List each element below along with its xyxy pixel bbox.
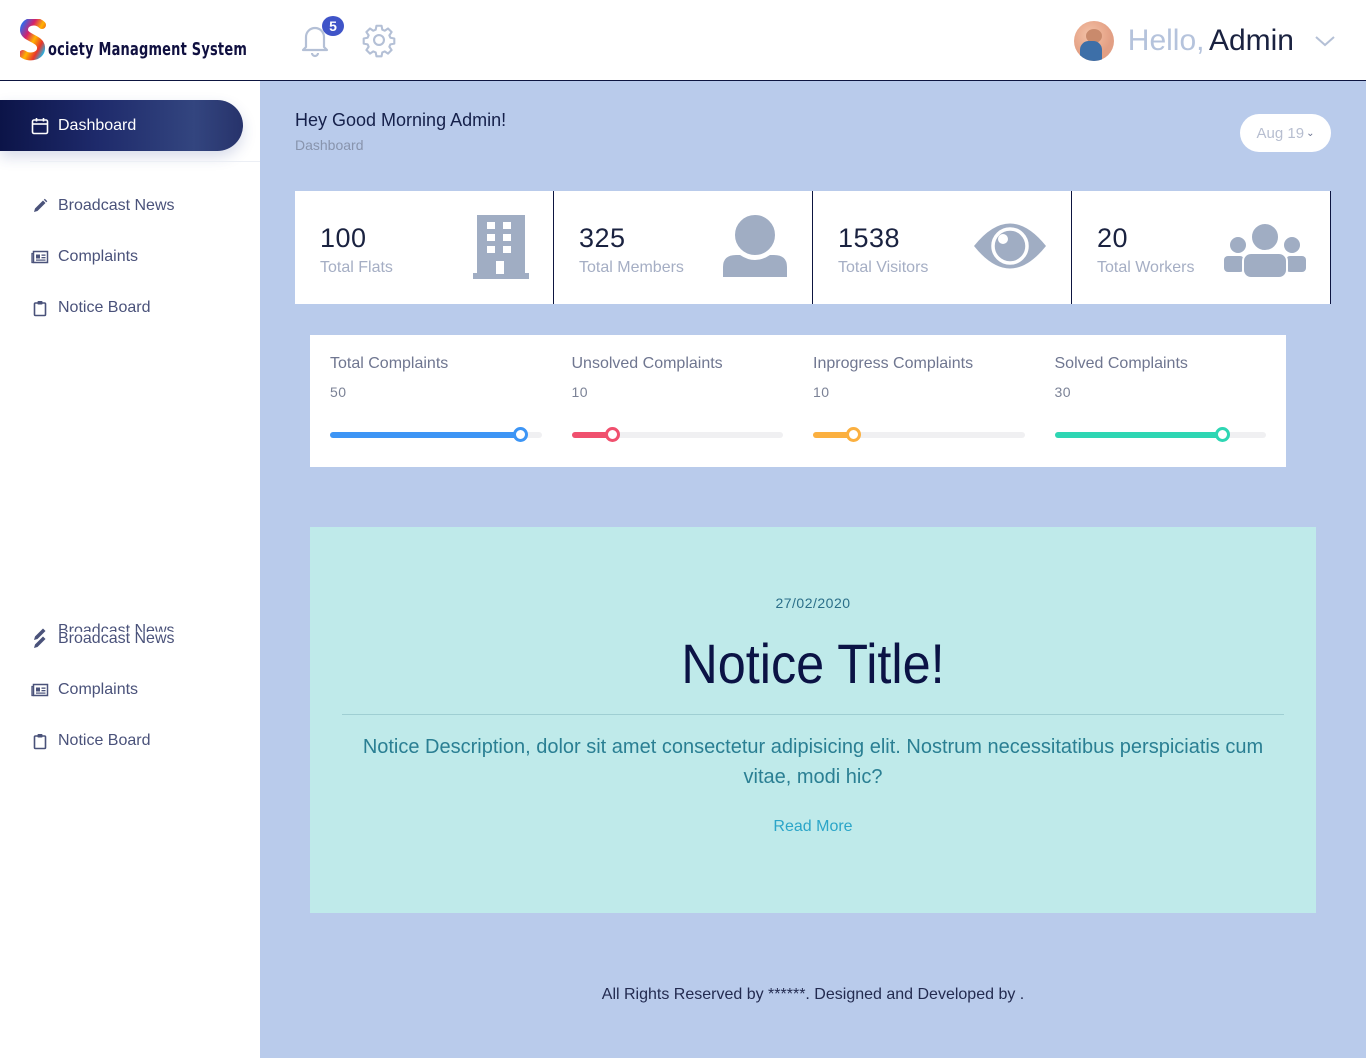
brand-title: ociety Managment System bbox=[48, 38, 248, 60]
breadcrumb[interactable]: Dashboard bbox=[295, 137, 364, 153]
brand[interactable]: ociety Managment System bbox=[0, 0, 260, 80]
sidebar-item-label: Notice Board bbox=[58, 299, 151, 316]
sidebar-item-dashboard[interactable]: Dashboard bbox=[0, 100, 243, 151]
stat-card-workers[interactable]: 20 Total Workers bbox=[1072, 191, 1331, 304]
clipboard-icon bbox=[31, 299, 49, 317]
complaint-solved: Solved Complaints 30 bbox=[1054, 335, 1266, 467]
sidebar-item-notice-board-repeat[interactable]: Notice Board bbox=[31, 732, 151, 750]
user-name: Admin bbox=[1208, 24, 1294, 57]
pencil-icon bbox=[31, 197, 49, 215]
sidebar-item-broadcast-news-repeat[interactable]: Broadcast News Broadcast News bbox=[31, 622, 175, 648]
stat-value: 100 bbox=[320, 223, 367, 253]
complaint-count: 30 bbox=[1054, 384, 1072, 400]
sidebar-item-complaints-repeat[interactable]: Complaints bbox=[31, 681, 138, 699]
user-icon bbox=[723, 213, 787, 277]
chevron-down-icon bbox=[1315, 36, 1335, 47]
stat-label: Total Members bbox=[579, 259, 684, 276]
stat-card-visitors[interactable]: 1538 Total Visitors bbox=[813, 191, 1072, 304]
eye-icon bbox=[974, 223, 1046, 269]
stat-label: Total Visitors bbox=[838, 259, 929, 276]
complaint-total: Total Complaints 50 bbox=[330, 335, 542, 467]
stat-value: 325 bbox=[579, 223, 626, 253]
progress-track bbox=[1054, 427, 1266, 442]
clipboard-icon bbox=[31, 732, 49, 750]
chevron-down-icon: ⌄ bbox=[1306, 127, 1315, 139]
top-header: ociety Managment System 5 Hello, Admin bbox=[0, 0, 1366, 81]
notification-count-badge: 5 bbox=[322, 16, 344, 36]
sidebar-item-label: Complaints bbox=[58, 681, 139, 698]
complaint-unsolved: Unsolved Complaints 10 bbox=[571, 335, 783, 467]
newspaper-icon bbox=[31, 248, 49, 266]
date-filter-dropdown[interactable]: Aug 19 ⌄ bbox=[1240, 114, 1331, 152]
complaint-count: 10 bbox=[571, 384, 589, 400]
notice-divider bbox=[342, 714, 1284, 715]
sidebar-item-label: Broadcast News bbox=[58, 197, 175, 214]
stat-label: Total Workers bbox=[1097, 259, 1195, 276]
settings-button[interactable] bbox=[360, 20, 398, 60]
complaint-title: Inprogress Complaints bbox=[813, 355, 974, 372]
progress-track bbox=[330, 427, 542, 442]
complaint-count: 50 bbox=[330, 384, 347, 400]
date-filter-value: Aug 19 bbox=[1256, 124, 1305, 142]
complaint-title: Solved Complaints bbox=[1054, 355, 1188, 372]
calendar-icon bbox=[31, 117, 49, 134]
progress-fill bbox=[1054, 432, 1222, 438]
notice-title: Notice Title! bbox=[681, 632, 945, 695]
brand-logo-icon bbox=[19, 17, 46, 61]
sidebar-item-label: Broadcast News bbox=[58, 630, 175, 647]
sidebar-item-label: Notice Board bbox=[58, 732, 151, 749]
notifications-button[interactable]: 5 bbox=[296, 16, 344, 60]
sidebar-item-broadcast-news[interactable]: Broadcast News bbox=[31, 197, 175, 215]
progress-track bbox=[571, 427, 783, 442]
progress-track bbox=[813, 427, 1025, 442]
progress-fill bbox=[330, 432, 521, 438]
footer-text: All Rights Reserved by ******. Designed … bbox=[601, 986, 1025, 1003]
notice-date: 27/02/2020 bbox=[775, 595, 851, 611]
notice-card: 27/02/2020 Notice Title! Notice Descript… bbox=[310, 527, 1316, 913]
newspaper-icon bbox=[31, 681, 49, 699]
page-greeting: Hey Good Morning Admin! bbox=[295, 110, 507, 130]
complaint-inprogress: Inprogress Complaints 10 bbox=[813, 335, 1025, 467]
progress-handle[interactable] bbox=[1214, 427, 1230, 442]
complaint-title: Unsolved Complaints bbox=[571, 355, 723, 372]
notice-description: Notice Description, dolor sit amet conse… bbox=[362, 736, 1264, 788]
avatar bbox=[1073, 21, 1114, 61]
sidebar-divider bbox=[30, 161, 260, 162]
sidebar-item-complaints[interactable]: Complaints bbox=[31, 248, 138, 266]
complaints-panel: Total Complaints 50 Unsolved Complaints … bbox=[310, 335, 1286, 467]
users-group-icon bbox=[1224, 223, 1306, 279]
complaint-title: Total Complaints bbox=[330, 355, 449, 372]
sidebar-item-notice-board[interactable]: Notice Board bbox=[31, 299, 151, 317]
user-greeting: Hello, bbox=[1127, 24, 1205, 57]
gear-icon bbox=[362, 24, 396, 58]
complaint-count: 10 bbox=[813, 384, 830, 400]
user-menu[interactable]: Hello, Admin bbox=[1073, 21, 1336, 61]
stat-card-members[interactable]: 325 Total Members bbox=[554, 191, 813, 304]
sidebar-item-label: Complaints bbox=[58, 248, 139, 265]
stat-card-flats[interactable]: 100 Total Flats bbox=[295, 191, 554, 304]
progress-handle[interactable] bbox=[846, 427, 862, 442]
stat-value: 1538 bbox=[838, 223, 901, 253]
stat-label: Total Flats bbox=[320, 259, 393, 276]
sidebar-item-label: Dashboard bbox=[58, 116, 137, 134]
read-more-link[interactable]: Read More bbox=[310, 818, 1316, 836]
progress-handle[interactable] bbox=[513, 427, 529, 442]
stats-row: 100 Total Flats 325 Total Members 1538 T… bbox=[295, 191, 1331, 304]
sidebar: Dashboard Broadcast News Complaints Noti… bbox=[0, 81, 260, 1058]
pencil-icon bbox=[31, 628, 49, 648]
building-icon bbox=[473, 215, 529, 279]
progress-handle[interactable] bbox=[604, 427, 620, 442]
stat-value: 20 bbox=[1097, 223, 1129, 253]
